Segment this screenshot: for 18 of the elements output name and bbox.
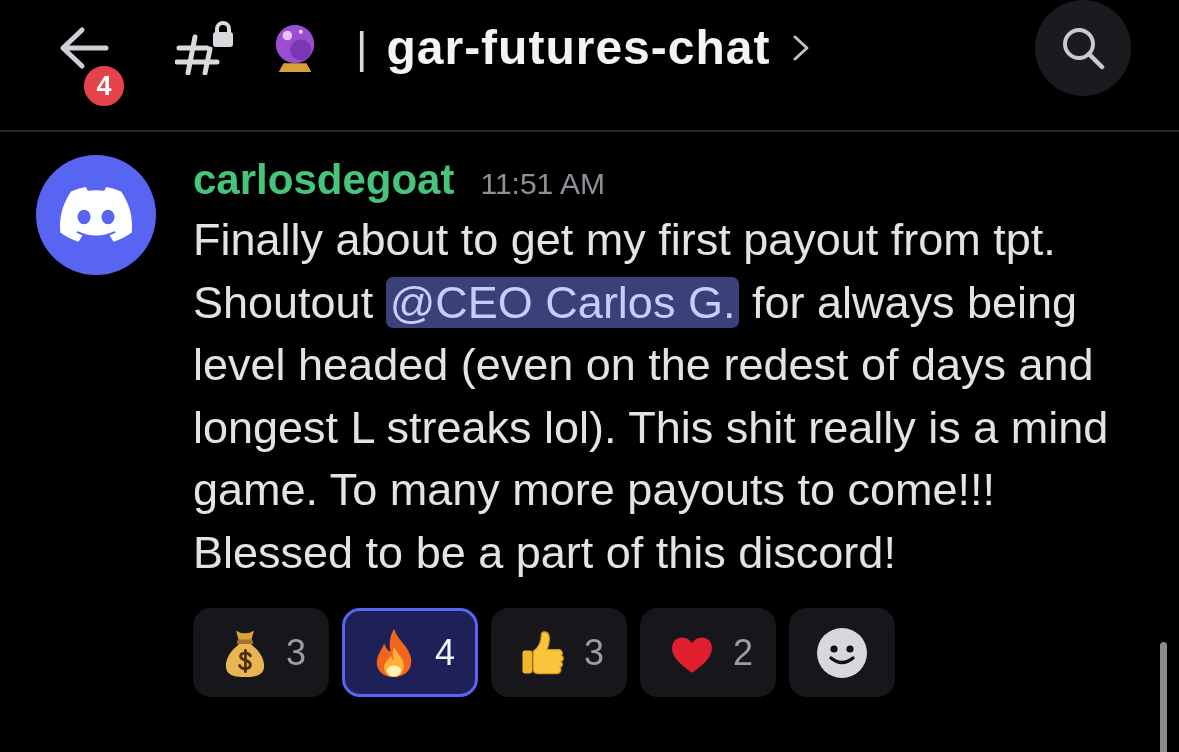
reaction-button[interactable]: 4 bbox=[342, 608, 479, 697]
search-icon bbox=[1061, 26, 1105, 70]
message-text: Finally about to get my first payout from tpt. Shoutout @CEO Carlos G. for always being level headed (even on the redest of days and longest L streaks lol). This shit really is a mind game. To many more payouts to come!!! Blessed to be a part of this discord! bbox=[193, 213, 1110, 580]
reaction-button[interactable]: 2 bbox=[640, 608, 777, 697]
reaction-button[interactable]: 3 bbox=[193, 608, 330, 697]
author-name[interactable]: carlosdegoat bbox=[193, 155, 455, 205]
title-separator: | bbox=[356, 23, 368, 73]
back-button[interactable]: 4 bbox=[58, 26, 128, 110]
user-mention[interactable]: @CEO Carlos G. bbox=[385, 276, 740, 328]
smiley-face-icon bbox=[816, 626, 869, 679]
message-time: 11:51 AM bbox=[480, 167, 605, 201]
chevron-right-icon[interactable] bbox=[792, 34, 811, 62]
add-reaction-button[interactable] bbox=[789, 608, 896, 697]
channel-title[interactable]: gar-futures-chat bbox=[386, 20, 771, 76]
avatar-icon[interactable] bbox=[36, 155, 156, 275]
reaction-button[interactable]: 3 bbox=[491, 608, 628, 697]
back-arrow-icon bbox=[58, 26, 110, 70]
scrollbar-thumb[interactable] bbox=[1160, 642, 1167, 752]
